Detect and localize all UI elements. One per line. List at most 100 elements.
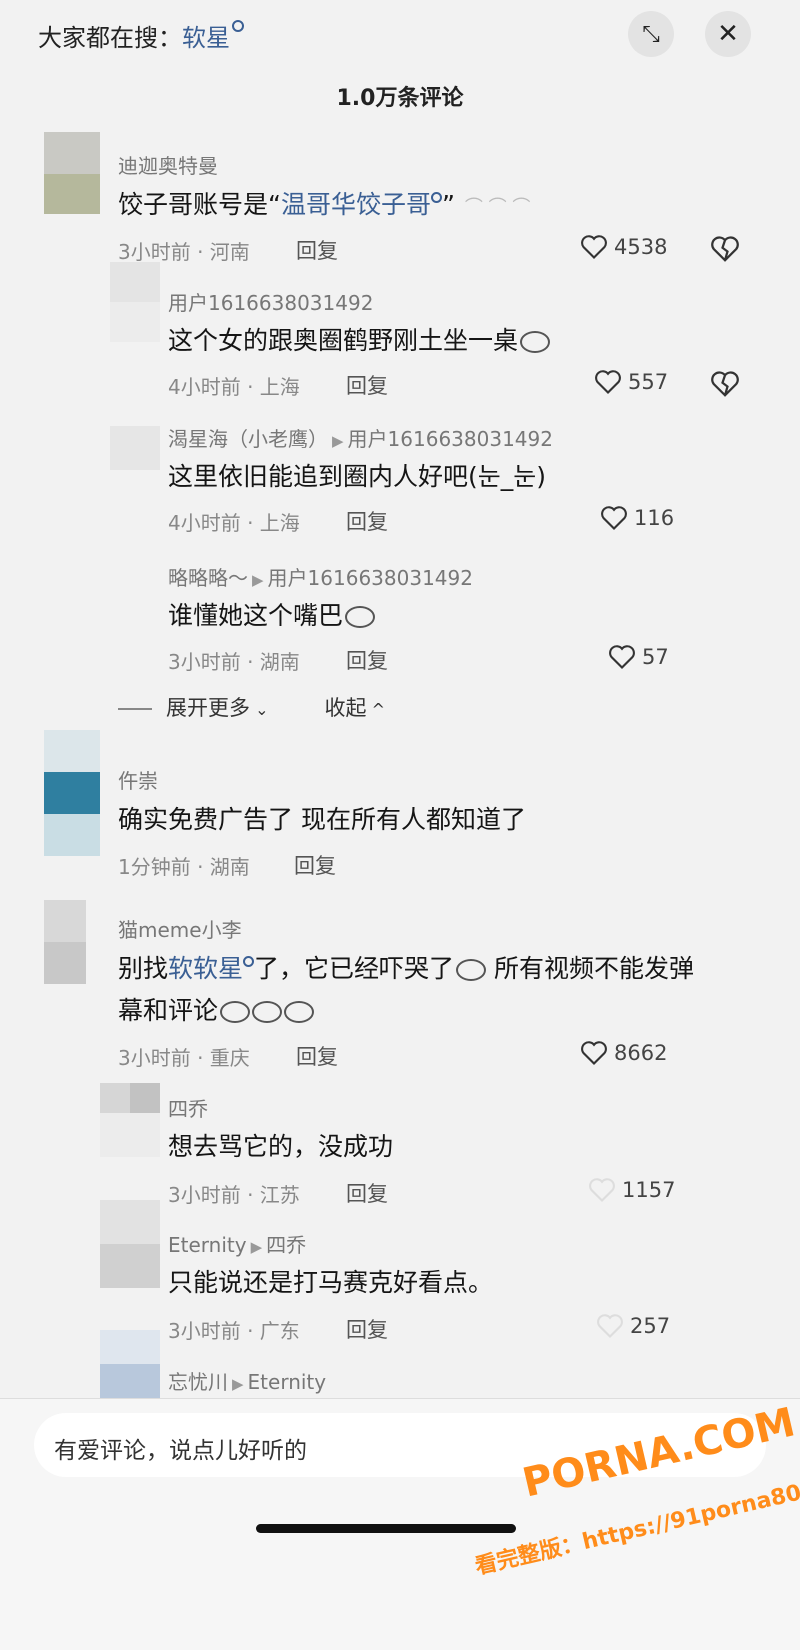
heart-icon [595,370,621,394]
close-button[interactable]: ✕ [705,11,751,57]
comment-text: 这里依旧能追到圈内人好吧(눈_눈) [168,462,547,491]
reply-to-user[interactable]: 四乔 [266,1233,306,1257]
heart-icon [601,506,627,530]
comment-text: 只能说还是打马赛克好看点。 [168,1268,494,1297]
reply-to-user[interactable]: 用户1616638031492 [268,566,473,590]
like-button[interactable]: 1157 [588,1177,675,1203]
chevron-down-icon: ⌄ [250,700,269,719]
hot-search-keyword[interactable]: 软星 [182,24,230,52]
emoji-icon [220,1001,251,1023]
comment-text: 饺子哥账号是“温哥华饺子哥 ” ⌒ ⌒ ⌒ [118,186,530,227]
emoji-icon [520,331,551,353]
comment-text-part: 饺子哥账号是“ [118,190,281,219]
avatar[interactable] [44,730,100,856]
reply-button[interactable]: 回复 [346,506,388,536]
search-icon [243,956,255,967]
dislike-icon[interactable] [710,370,740,398]
comment-username[interactable]: 忘忧川 ▶ Eternity [168,1366,326,1395]
expand-row: 展开更多 ⌄ 收起 ^ [118,692,385,722]
comment-text: 别找软软星 了，它已经吓哭了 所有视频不能发弹 [118,950,694,988]
comment-keyword-link[interactable]: 软软星 [168,954,243,983]
like-count: 1157 [622,1178,676,1202]
comment-username[interactable]: 猫meme小李 [118,914,242,943]
reply-button[interactable]: 回复 [296,1041,338,1071]
comment-text: 确实免费广告了 现在所有人都知道了 [118,805,526,834]
comment-meta: 1分钟前 · 湖南 [118,855,250,879]
collapse-icon: ⤡ [642,21,660,47]
reply-arrow-icon: ▶ [252,571,264,589]
emoji-icon [456,959,487,981]
like-button[interactable]: 557 [594,369,668,395]
heart-icon [589,1178,615,1202]
comment-text-part: 这个女的跟奥圈鹤野刚土坐一桌 [168,326,519,355]
comment-meta: 4小时前 · 上海 [168,375,300,399]
avatar[interactable] [110,262,160,342]
avatar[interactable] [100,1330,160,1398]
like-button[interactable]: 8662 [580,1040,667,1066]
comment-text: 幕和评论 [118,992,315,1030]
comment-meta: 3小时前 · 广东 [168,1319,300,1343]
heart-icon [609,645,635,669]
comment-text-part: 别找 [118,954,169,983]
like-button[interactable]: 4538 [580,234,667,260]
like-count: 116 [634,506,675,530]
username-text: 忘忧川 [168,1370,228,1394]
top-bar: 大家都在搜：软星 ⤡ ✕ [0,0,800,70]
hot-search-prefix: 大家都在搜： [38,24,182,52]
expand-more-button[interactable]: 展开更多 ⌄ [166,696,269,720]
avatar[interactable] [100,1200,160,1288]
reply-button[interactable]: 回复 [346,645,388,675]
avatar[interactable] [110,426,160,470]
comment-meta: 3小时前 · 湖南 [168,650,300,674]
reply-to-user[interactable]: Eternity [248,1370,327,1394]
avatar[interactable] [44,900,86,984]
reply-button[interactable]: 回复 [346,1314,388,1344]
search-icon [430,192,442,203]
reply-button[interactable]: 回复 [296,235,338,265]
like-button[interactable]: 57 [608,644,669,670]
comment-meta: 3小时前 · 江苏 [168,1183,300,1207]
comment-username[interactable]: Eternity ▶ 四乔 [168,1229,306,1258]
comment-username[interactable]: 渴星海（小老鹰） ▶ 用户1616638031492 [168,423,553,452]
reply-to-user[interactable]: 用户1616638031492 [348,427,553,451]
like-button[interactable]: 116 [600,505,674,531]
comment-username[interactable]: 用户1616638031492 [168,287,373,316]
comment-keyword-link[interactable]: 温哥华饺子哥 [281,190,431,219]
heart-icon [597,1314,623,1338]
close-icon: ✕ [717,19,739,49]
avatar[interactable] [44,132,100,214]
comment-username[interactable]: 略略略～ ▶ 用户1616638031492 [168,562,473,591]
input-placeholder: 有爱评论，说点儿好听的 [54,1438,307,1464]
reply-arrow-icon: ▶ [250,1238,263,1256]
avatar[interactable] [100,1083,160,1157]
comment-username[interactable]: 仵崇 [118,765,158,794]
dislike-icon[interactable] [710,235,740,263]
comment-text-part: ” [441,190,455,219]
emoji-icon [284,1001,315,1023]
reply-button[interactable]: 回复 [294,850,336,880]
reply-button[interactable]: 回复 [346,1178,388,1208]
heart-icon [581,1041,607,1065]
username-text: Eternity [168,1233,247,1257]
comment-text-part: 谁懂她这个嘴巴 [168,601,344,630]
hot-search-link[interactable]: 大家都在搜：软星 [38,18,244,53]
like-button[interactable]: 257 [596,1313,670,1339]
heart-icon [581,235,607,259]
home-indicator[interactable] [256,1524,516,1533]
comment-text-part: 了，它已经吓哭了 [254,954,455,983]
comment-count: 1.0万条评论 [336,86,464,111]
comment-meta: 3小时前 · 重庆 [118,1046,250,1070]
like-count: 8662 [614,1041,668,1065]
comment-meta: 3小时前 · 河南 [118,240,250,264]
collapse-replies-button[interactable]: 收起 ^ [325,696,386,720]
search-icon [232,20,244,32]
comment-username[interactable]: 四乔 [168,1093,208,1122]
comment-username[interactable]: 迪迦奥特曼 [118,150,218,179]
emoji-icon [345,606,376,628]
chevron-up-icon: ^ [366,700,385,719]
reply-button[interactable]: 回复 [346,370,388,400]
like-count: 4538 [614,235,668,259]
collapse-label: 收起 [324,696,367,720]
comment-meta: 4小时前 · 上海 [168,511,300,535]
collapse-button[interactable]: ⤡ [628,11,674,57]
